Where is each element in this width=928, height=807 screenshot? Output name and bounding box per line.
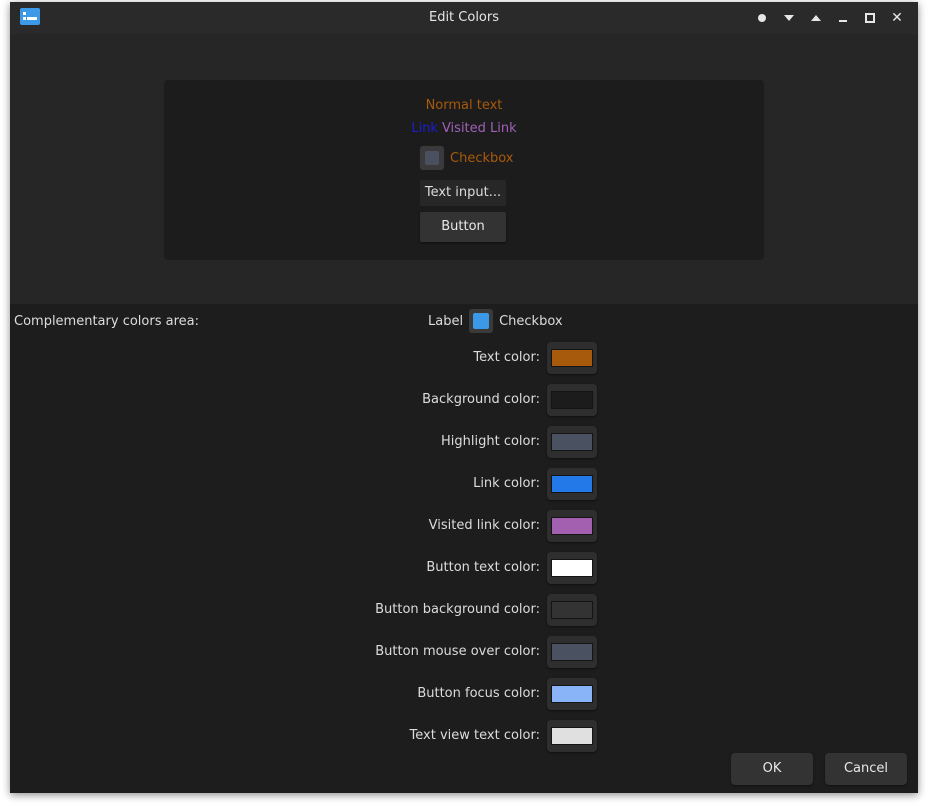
color-row-visited-link: Visited link color:	[10, 510, 918, 542]
color-row-text: Text color:	[10, 342, 918, 374]
color-swatch	[551, 643, 593, 661]
maximize-icon[interactable]	[862, 10, 878, 26]
background-color-button[interactable]	[547, 384, 597, 416]
color-swatch	[551, 685, 593, 703]
text-color-button[interactable]	[547, 342, 597, 374]
highlight-color-button[interactable]	[547, 426, 597, 458]
color-row-button-text: Button text color:	[10, 552, 918, 584]
color-row-button-background: Button background color:	[10, 594, 918, 626]
color-swatch	[551, 391, 593, 409]
color-row-button-focus: Button focus color:	[10, 678, 918, 710]
ok-button[interactable]: OK	[731, 753, 813, 785]
color-swatch	[551, 475, 593, 493]
title-bar: Edit Colors ✕	[10, 2, 918, 34]
link-color-button[interactable]	[547, 468, 597, 500]
complementary-area-label: Complementary colors area:	[14, 314, 199, 329]
color-row-label: Highlight color:	[441, 434, 540, 449]
visited-link-color-button[interactable]	[547, 510, 597, 542]
color-row-label: Text color:	[473, 350, 540, 365]
visited-link-sample[interactable]: Visited Link	[442, 121, 517, 136]
color-row-label: Text view text color:	[409, 728, 540, 743]
color-row-label: Link color:	[473, 476, 540, 491]
color-row-link: Link color:	[10, 468, 918, 500]
color-row-label: Button mouse over color:	[375, 644, 540, 659]
preview-box: Normal text Link Visited Link Checkbox Te…	[164, 80, 764, 260]
complementary-checkbox[interactable]	[469, 309, 494, 333]
chevron-down-icon[interactable]	[781, 10, 797, 26]
color-swatch	[551, 517, 593, 535]
complementary-label: Label	[428, 313, 464, 329]
color-row-background: Background color:	[10, 384, 918, 416]
color-row-button-mouse-over: Button mouse over color:	[10, 636, 918, 668]
color-swatch	[551, 727, 593, 745]
preview-text-input[interactable]: Text input...	[420, 180, 506, 206]
chevron-up-icon[interactable]	[808, 10, 824, 26]
color-swatch	[551, 433, 593, 451]
preview-button[interactable]: Button	[420, 212, 506, 242]
link-sample[interactable]: Link	[411, 121, 438, 136]
text-view-text-color-button[interactable]	[547, 720, 597, 752]
color-row-label: Button focus color:	[417, 686, 540, 701]
complementary-checkbox-label: Checkbox	[499, 313, 563, 329]
button-background-color-button[interactable]	[547, 594, 597, 626]
color-swatch	[551, 349, 593, 367]
close-icon[interactable]: ✕	[889, 10, 905, 26]
color-swatch	[551, 559, 593, 577]
preview-checkbox-row[interactable]: Checkbox	[420, 146, 514, 170]
minimize-icon[interactable]	[835, 10, 851, 26]
color-row-text-view-text: Text view text color:	[10, 720, 918, 752]
dot-icon[interactable]	[754, 10, 770, 26]
color-row-highlight: Highlight color:	[10, 426, 918, 458]
edit-colors-window: Edit Colors ✕ Normal text Link Visited Li…	[10, 2, 918, 793]
normal-text-sample: Normal text	[425, 98, 503, 113]
preview-checkbox[interactable]	[420, 146, 444, 170]
color-swatch	[551, 601, 593, 619]
button-mouse-over-color-button[interactable]	[547, 636, 597, 668]
preview-checkbox-label: Checkbox	[450, 150, 514, 166]
color-row-label: Button text color:	[426, 560, 540, 575]
links-row: Link Visited Link	[164, 121, 764, 136]
color-row-label: Button background color:	[375, 602, 540, 617]
complementary-preview: Label Checkbox	[428, 308, 563, 334]
preview-area: Normal text Link Visited Link Checkbox Te…	[10, 34, 918, 304]
cancel-button[interactable]: Cancel	[825, 753, 907, 785]
color-row-label: Visited link color:	[428, 518, 540, 533]
button-text-color-button[interactable]	[547, 552, 597, 584]
button-focus-color-button[interactable]	[547, 678, 597, 710]
color-row-label: Background color:	[422, 392, 540, 407]
